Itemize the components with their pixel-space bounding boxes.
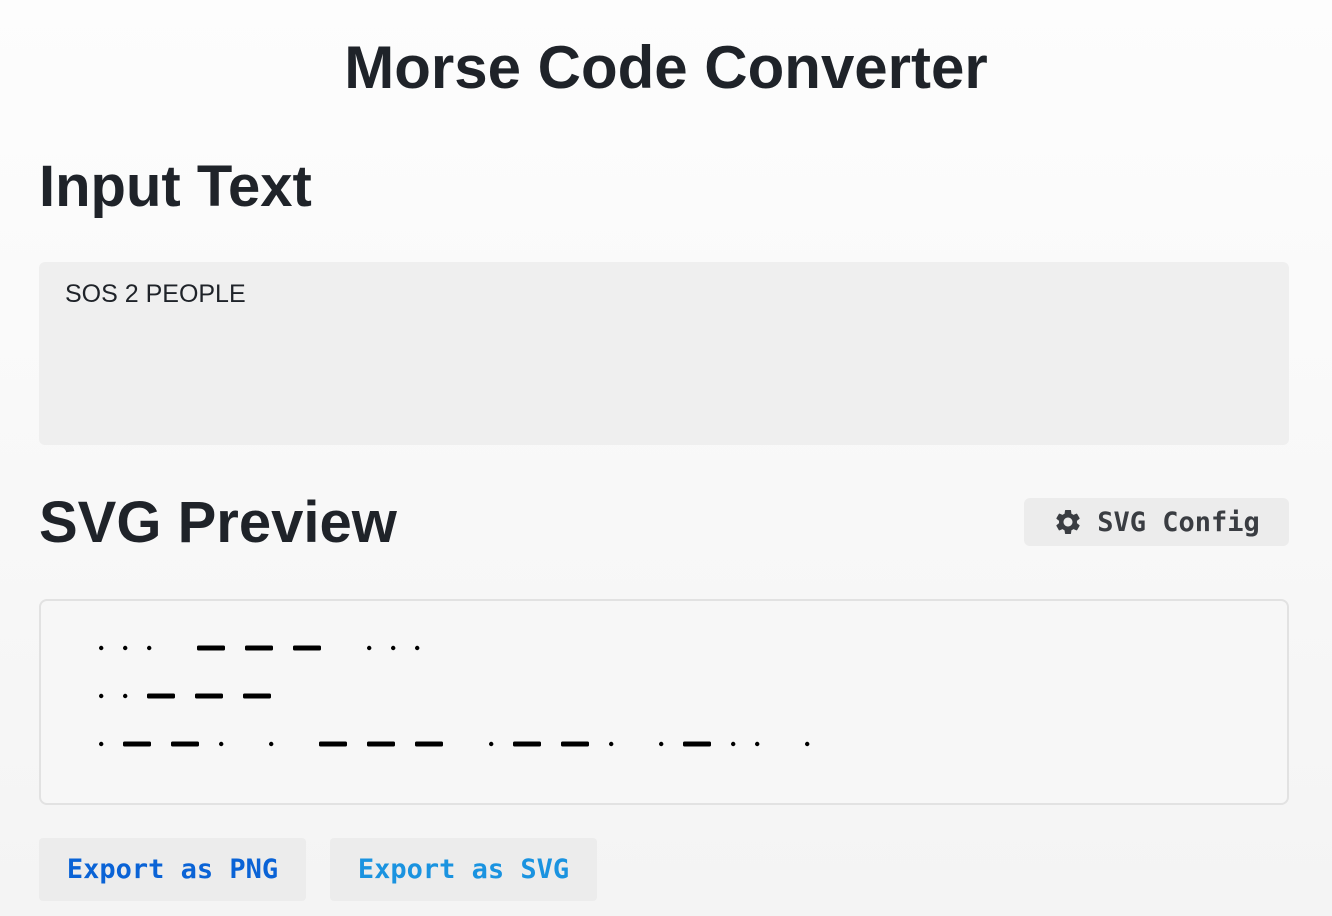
gear-icon bbox=[1053, 507, 1083, 537]
export-png-button[interactable]: Export as PNG bbox=[39, 838, 306, 901]
morse-dash bbox=[123, 741, 151, 747]
input-text-field[interactable] bbox=[39, 262, 1289, 445]
morse-dot bbox=[415, 645, 420, 651]
morse-dash bbox=[367, 741, 395, 747]
morse-dash bbox=[293, 645, 321, 651]
morse-line bbox=[99, 693, 271, 699]
morse-dash bbox=[243, 693, 271, 699]
morse-dash bbox=[147, 693, 175, 699]
morse-dot bbox=[269, 741, 274, 747]
morse-dot bbox=[99, 645, 104, 651]
morse-dot bbox=[219, 741, 224, 747]
morse-dash bbox=[171, 741, 199, 747]
morse-dash bbox=[561, 741, 589, 747]
page-title: Morse Code Converter bbox=[344, 34, 988, 101]
morse-dot bbox=[609, 741, 614, 747]
morse-code-svg bbox=[99, 645, 810, 747]
morse-dot bbox=[367, 645, 372, 651]
svg-config-label: SVG Config bbox=[1097, 506, 1260, 538]
morse-dot bbox=[123, 645, 128, 651]
morse-line bbox=[99, 741, 810, 747]
svg-preview-canvas bbox=[39, 599, 1289, 805]
morse-dot bbox=[489, 741, 494, 747]
export-svg-button[interactable]: Export as SVG bbox=[330, 838, 597, 901]
morse-dash bbox=[683, 741, 711, 747]
morse-dot bbox=[391, 645, 396, 651]
morse-dot bbox=[99, 741, 104, 747]
morse-dot bbox=[147, 645, 152, 651]
morse-dot bbox=[659, 741, 664, 747]
morse-dot bbox=[731, 741, 736, 747]
morse-dash bbox=[513, 741, 541, 747]
morse-dash bbox=[245, 645, 273, 651]
morse-dash bbox=[197, 645, 225, 651]
morse-dash bbox=[195, 693, 223, 699]
morse-dot bbox=[99, 693, 104, 699]
morse-line bbox=[99, 645, 420, 651]
input-text-heading: Input Text bbox=[39, 154, 312, 219]
morse-dot bbox=[805, 741, 810, 747]
svg-config-button[interactable]: SVG Config bbox=[1024, 498, 1289, 546]
morse-dot bbox=[755, 741, 760, 747]
morse-dash bbox=[415, 741, 443, 747]
morse-dash bbox=[319, 741, 347, 747]
svg-preview-heading: SVG Preview bbox=[39, 490, 397, 555]
morse-dot bbox=[123, 693, 128, 699]
